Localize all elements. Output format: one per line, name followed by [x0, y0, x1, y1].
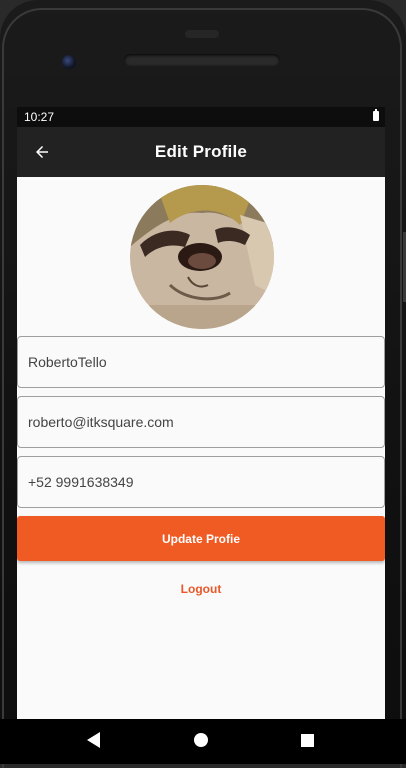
front-camera — [62, 55, 76, 69]
phone-field[interactable] — [17, 456, 385, 508]
status-bar: 10:27 — [17, 107, 385, 127]
battery-icon — [373, 109, 379, 121]
logout-link[interactable]: Logout — [17, 582, 385, 596]
nav-recents-icon[interactable] — [301, 734, 314, 747]
email-field[interactable] — [17, 396, 385, 448]
email-input[interactable] — [28, 414, 374, 430]
screen: 10:27 Edit Profile RobertoTello roberto@… — [17, 107, 385, 719]
avatar-image — [130, 185, 274, 329]
avatar[interactable] — [130, 185, 274, 329]
earpiece-speaker — [124, 54, 280, 66]
top-sensor — [185, 30, 219, 38]
username-input[interactable] — [28, 354, 374, 370]
phone-input[interactable] — [28, 474, 374, 490]
status-time: 10:27 — [24, 110, 55, 124]
page-title: Edit Profile — [154, 142, 248, 161]
update-profile-button[interactable]: Update Profie — [17, 516, 385, 561]
nav-back-icon[interactable] — [87, 732, 101, 748]
username-field[interactable] — [17, 336, 385, 388]
app-bar: Edit Profile — [17, 127, 385, 177]
nav-home-icon[interactable] — [194, 733, 208, 747]
